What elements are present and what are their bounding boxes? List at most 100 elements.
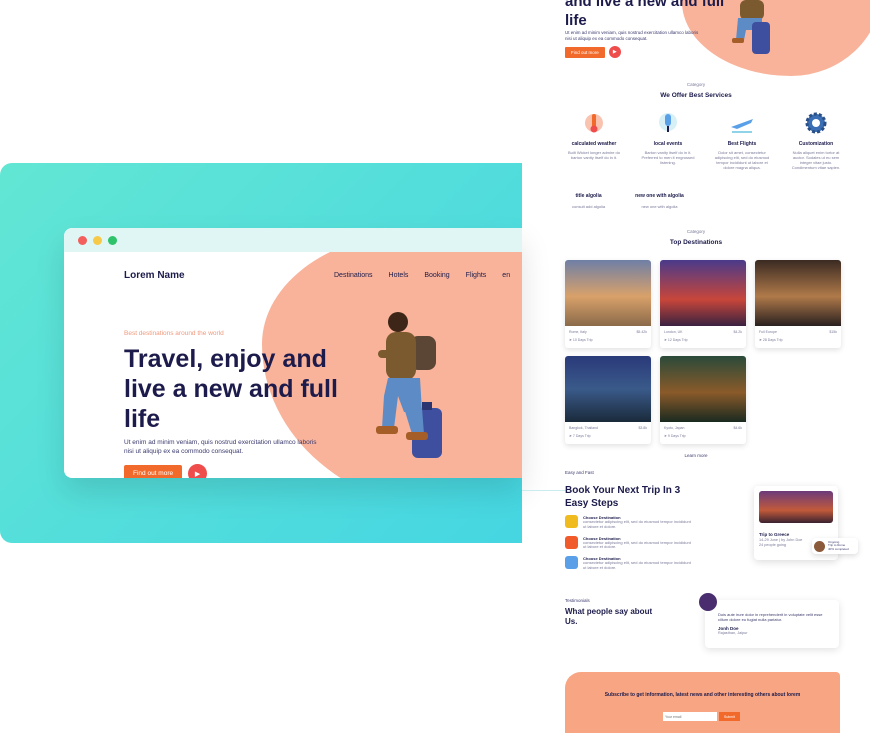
microphone-icon [639, 108, 697, 138]
testimonial-location: Rajasthan, Jaipur [718, 631, 748, 635]
step-item: Choose Destination consectetur adipiscing… [565, 535, 695, 551]
extra-item: title algolia consult add algolia [572, 193, 605, 209]
hero-kicker: Best destinations around the world [124, 330, 224, 337]
send-icon: ➤ [759, 338, 762, 342]
destinations-title: Top Destinations [669, 239, 723, 246]
nav-booking[interactable]: Booking [424, 272, 449, 279]
steps-kicker: Easy and Fast [565, 470, 594, 475]
destination-trip: 12 Days Trip [667, 338, 688, 342]
services-title: We Offer Best Services [660, 92, 732, 99]
subscribe-section: Subscribe to get information, latest new… [565, 672, 840, 733]
nav-destinations[interactable]: Destinations [334, 272, 373, 279]
preview-traveler-illustration [732, 0, 770, 54]
extra-name: title algolia [575, 193, 602, 199]
services-extras: title algolia consult add algolia new on… [572, 193, 684, 209]
play-icon[interactable]: ▶ [188, 464, 208, 478]
destination-card[interactable]: Rome, Italy $5.42k ➤ 10 Days Trip [565, 260, 651, 348]
gear-icon [787, 108, 845, 138]
trip-photo [759, 491, 833, 523]
testimonial-card: Duis aute irure dolor in reprehenderit i… [705, 600, 839, 648]
minimize-window-dot[interactable] [93, 235, 102, 245]
submit-button[interactable]: Submit [719, 712, 740, 721]
avatar [698, 592, 718, 612]
close-window-dot[interactable] [78, 235, 87, 245]
maximize-window-dot[interactable] [108, 235, 117, 245]
service-desc: Nulla aliquet enim tortor at auctor. Sod… [791, 150, 841, 170]
service-item: Customization Nulla aliquet enim tortor … [787, 108, 845, 170]
send-icon: ➤ [664, 434, 667, 438]
destination-place: Full Europe [759, 330, 777, 334]
send-icon: ➤ [664, 338, 667, 342]
service-desc: Dolor sit amet, consectetur adipiscing e… [714, 150, 770, 170]
language-selector[interactable]: en [502, 272, 510, 279]
destination-trip: 10 Days Trip [572, 338, 593, 342]
full-page-preview: and live a new and full life Ut enim ad … [522, 0, 870, 733]
step-icon [565, 535, 578, 549]
destinations-grid: Rome, Italy $5.42k ➤ 10 Days Trip London,… [565, 260, 845, 444]
preview-play-icon[interactable]: ▶ [608, 46, 621, 58]
extra-desc: new one with algolia [641, 204, 678, 209]
service-item: Best Flights Dolor sit amet, consectetur… [713, 108, 771, 170]
destination-place: Rome, Italy [569, 330, 587, 334]
destinations-category: Category [686, 229, 706, 234]
destination-trip: 9 Days Trip [667, 434, 686, 438]
service-item: local events Barton vanity itself do in … [639, 108, 697, 170]
browser-titlebar [64, 228, 522, 252]
destination-place: Bangkok, Thailand [569, 426, 598, 430]
service-name: Best Flights [727, 141, 757, 147]
preview-hero-text: Ut enim ad minim veniam, quis nostrud ex… [565, 30, 699, 41]
step-item: Choose Destination consectetur adipiscing… [565, 556, 695, 571]
hero-title: Travel, enjoy and live a new and full li… [124, 345, 338, 433]
destination-photo [660, 260, 746, 326]
nav-hotels[interactable]: Hotels [389, 272, 409, 279]
service-name: local events [653, 141, 683, 147]
nav-flights[interactable]: Flights [466, 272, 487, 279]
destination-card[interactable]: London, UK $4.2k ➤ 12 Days Trip [660, 260, 746, 348]
extra-desc: consult add algolia [572, 204, 606, 209]
find-out-more-button[interactable]: Find out more [124, 465, 183, 478]
site-logo[interactable]: Lorem Name [124, 270, 185, 281]
subscribe-text: Subscribe to get information, latest new… [604, 692, 801, 698]
main-nav: Destinations Hotels Booking Flights en [334, 272, 510, 279]
service-name: Customization [798, 141, 834, 147]
service-item: calculated weather Built Wicket longer a… [565, 108, 623, 170]
destination-price: $3.8k [638, 426, 647, 430]
airplane-icon [713, 108, 771, 138]
steps-list: Choose Destination consectetur adipiscing… [565, 515, 695, 577]
learn-more-link[interactable]: Learn more [522, 453, 870, 458]
destination-price: $4.2k [733, 330, 742, 334]
extra-item: new one with algolia new one with algoli… [635, 193, 684, 209]
step-desc: consectetur adipiscing elit, sed do eius… [583, 560, 691, 570]
destination-price: $5.42k [636, 330, 647, 334]
browser-window: Lorem Name Destinations Hotels Booking F… [64, 228, 522, 478]
destination-photo [755, 260, 841, 326]
services-list: calculated weather Built Wicket longer a… [565, 108, 845, 170]
testimonials-kicker: Testimonials [565, 598, 590, 603]
service-name: calculated weather [571, 141, 617, 147]
ongoing-trip-badge: Ongoing Trip to Rome 40% completed [812, 538, 858, 554]
destination-photo [660, 356, 746, 422]
destination-place: London, UK [664, 330, 683, 334]
extra-name: new one with algolia [635, 193, 684, 199]
destination-price: $4.6k [733, 426, 742, 430]
destination-card[interactable]: Kyoto, Japan $4.6k ➤ 9 Days Trip [660, 356, 746, 444]
send-icon: ➤ [569, 434, 572, 438]
step-desc: consectetur adipiscing elit, sed do eius… [583, 519, 691, 529]
preview-find-out-more-button[interactable]: Find out more [565, 46, 605, 58]
subscribe-form: Submit [663, 712, 740, 721]
step-desc: consectetur adipiscing elit, sed do eius… [583, 539, 691, 550]
destination-place: Kyoto, Japan [664, 426, 685, 430]
email-field[interactable] [663, 712, 717, 721]
testimonial-quote: Duis aute irure dolor in reprehenderit i… [718, 612, 823, 622]
destination-price: $15k [829, 330, 837, 334]
thermometer-icon [565, 108, 623, 138]
traveler-illustration [376, 312, 442, 458]
destination-trip: 7 Days Trip [572, 434, 591, 438]
destination-card[interactable]: Full Europe $15k ➤ 28 Days Trip [755, 260, 841, 348]
destination-photo [565, 260, 651, 326]
steps-title: Book Your Next Trip In 3 Easy Steps [565, 485, 681, 509]
preview-hero-title: and live a new and full life [565, 0, 725, 29]
ongoing-trip-thumbnail [814, 540, 825, 552]
destination-trip: 28 Days Trip [762, 338, 783, 342]
destination-card[interactable]: Bangkok, Thailand $3.8k ➤ 7 Days Trip [565, 356, 651, 444]
